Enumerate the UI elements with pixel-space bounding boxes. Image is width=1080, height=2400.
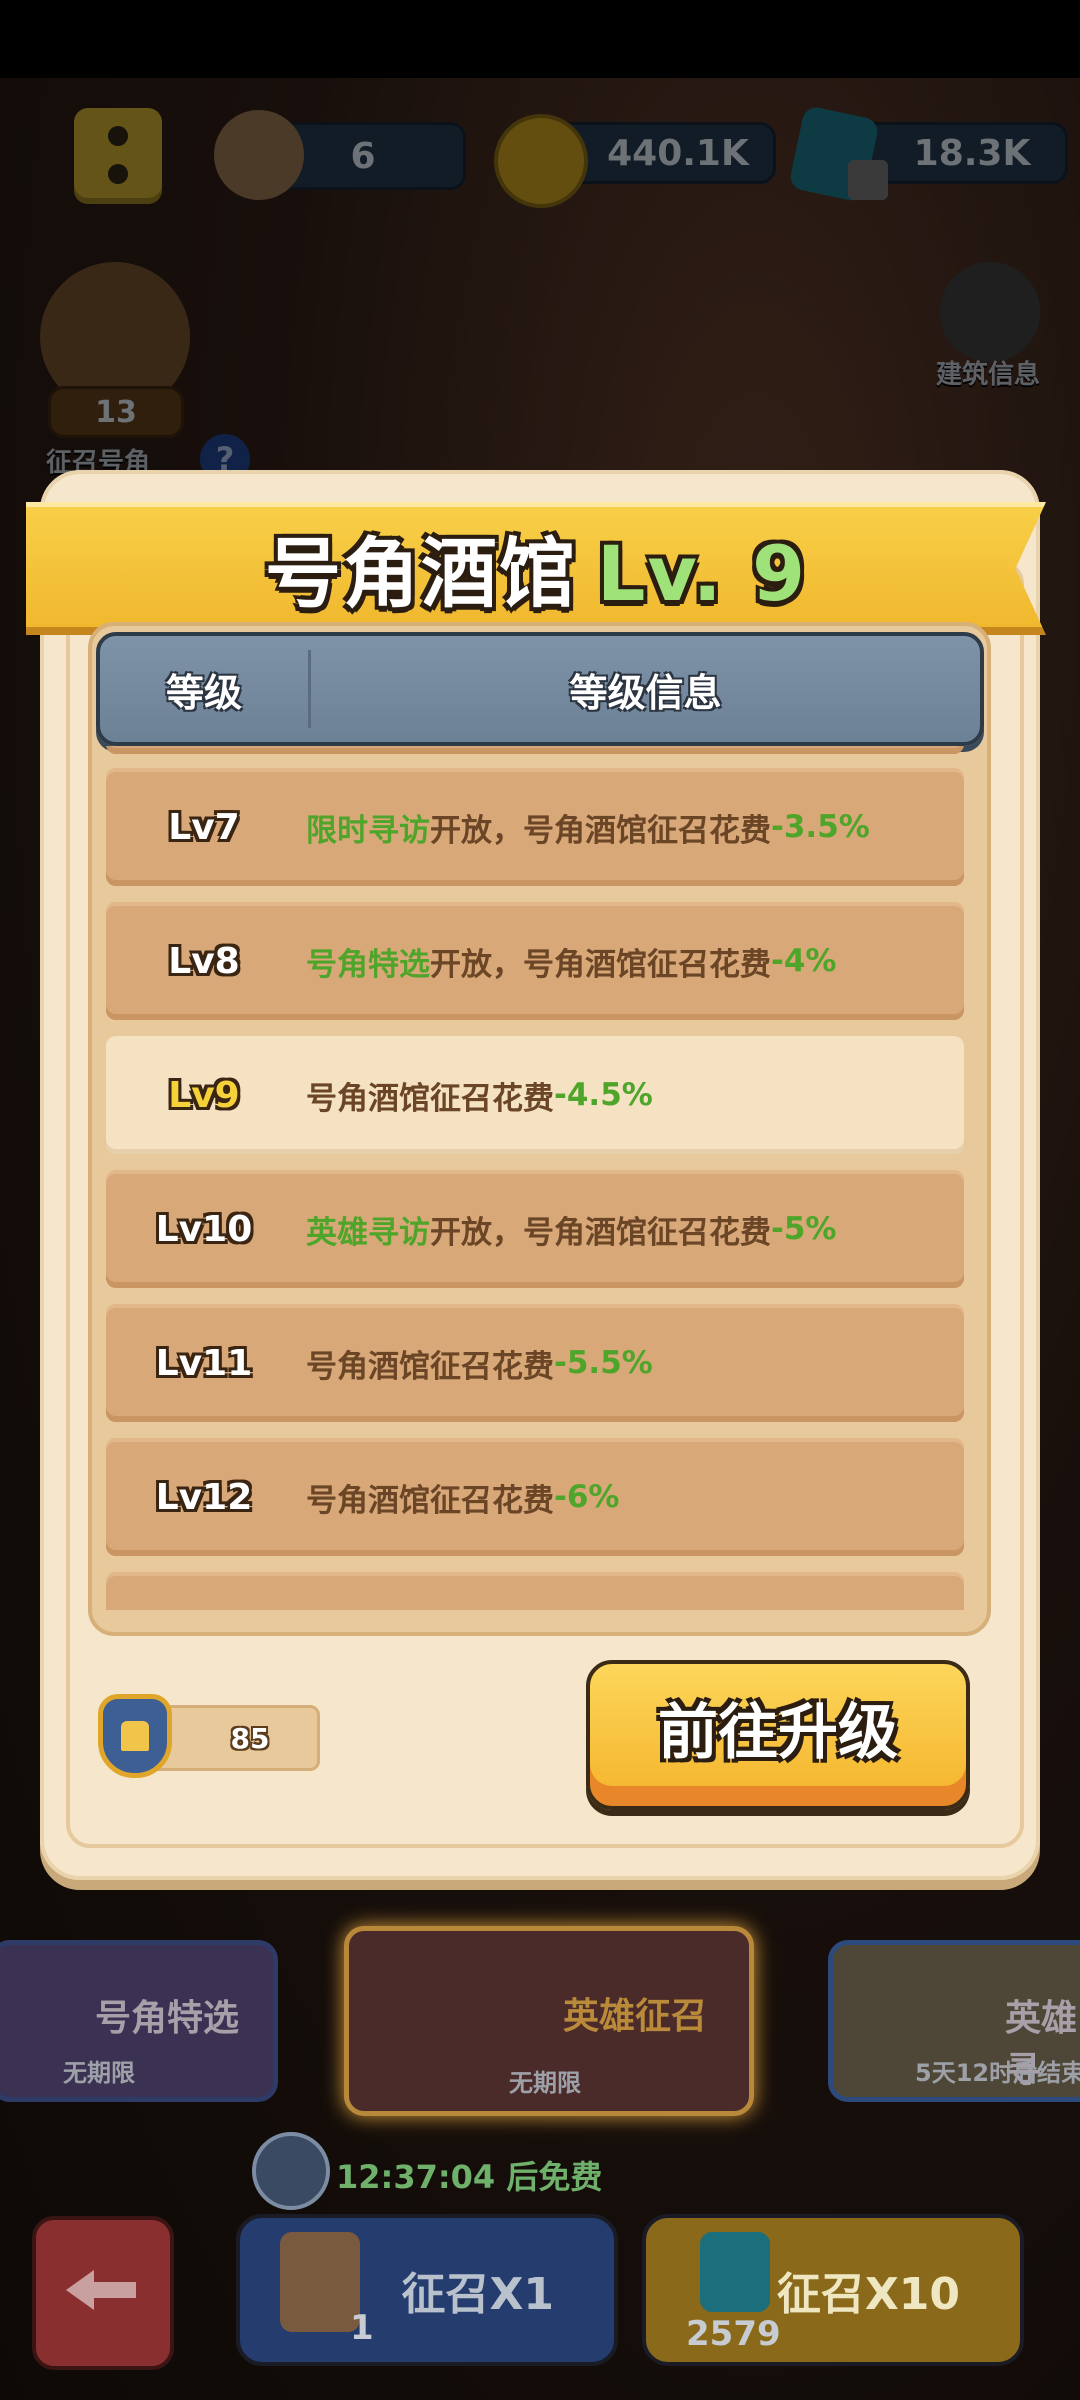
row-info: 号角特选 开放，号角酒馆征召花费 -4% [306, 943, 837, 983]
row-level: Lv10 [155, 1208, 253, 1250]
table-row: Lv8 号角特选 开放，号角酒馆征召花费 -4% [106, 902, 964, 1020]
row-level: Lv12 [155, 1476, 253, 1518]
modal-level: Lv. 9 [597, 529, 807, 618]
card-subtitle: 5天12时后结束 [915, 2059, 1080, 2087]
back-button[interactable] [32, 2216, 174, 2370]
table-header: 等级 等级信息 [96, 632, 984, 746]
modal-title: 号角酒馆 Lv. 9 [265, 529, 807, 618]
upgrade-button[interactable]: 前往升级 [586, 1660, 970, 1810]
table-row: Lv11 号角酒馆征召花费 -5.5% [106, 1304, 964, 1422]
clock-icon [252, 2132, 330, 2210]
table-row: Lv10 英雄寻访 开放，号角酒馆征召花费 -5% [106, 1170, 964, 1288]
back-arrow-icon [66, 2270, 136, 2310]
row-info: 限时寻访 开放，号角酒馆征召花费 -3.5% [306, 809, 870, 849]
card-title: 号角特选 [95, 1998, 240, 2039]
row-info: 英雄寻访 开放，号角酒馆征召花费 -5% [306, 1211, 837, 1251]
row-level: Lv9 [168, 1074, 240, 1116]
header-level-info: 等级信息 [569, 670, 722, 715]
level-list[interactable]: Lv7 限时寻访 开放，号角酒馆征召花费 -3.5% Lv8 号角特选 开放，号角酒馆… [104, 746, 968, 1610]
row-info: 号角酒馆征召花费 -5.5% [306, 1345, 653, 1385]
table-row: Lv7 限时寻访 开放，号角酒馆征召花费 -3.5% [106, 768, 964, 886]
table-row [106, 746, 964, 754]
table-row-current: Lv9 号角酒馆征召花费 -4.5% [106, 1036, 964, 1154]
card-subtitle: 无期限 [63, 2059, 135, 2087]
row-level: Lv11 [155, 1342, 253, 1384]
free-timer: 12:37:04 后免费 [336, 2158, 603, 2196]
row-level: Lv7 [168, 806, 240, 848]
summon-x10-cost: 2579 [686, 2314, 781, 2354]
table-row: Lv12 号角酒馆征召花费 -6% [106, 1438, 964, 1556]
modal-title-banner: 号角酒馆 Lv. 9 [26, 502, 1046, 635]
summon-x1-cost: 1 [350, 2308, 374, 2348]
header-level: 等级 [165, 670, 242, 715]
summon-x10-button[interactable]: 征召X10 2579 [642, 2214, 1024, 2366]
scroll-icon [280, 2232, 360, 2332]
tavern-token-icon [98, 1694, 172, 1778]
card-subtitle: 无期限 [509, 2069, 581, 2097]
card-hero-visit[interactable]: 英雄寻 5天12时后结束 [828, 1940, 1080, 2102]
gem-icon [700, 2232, 770, 2312]
card-hero-summon[interactable]: 英雄征召 无期限 [344, 1926, 754, 2116]
row-info: 号角酒馆征召花费 -4.5% [306, 1077, 653, 1117]
summon-x1-button[interactable]: 征召X1 1 [236, 2214, 618, 2366]
card-horn-select[interactable]: 号角特选 无期限 [0, 1940, 278, 2102]
row-level: Lv8 [168, 940, 240, 982]
row-info: 号角酒馆征召花费 -6% [306, 1479, 620, 1519]
card-title: 英雄征召 [563, 1996, 708, 2037]
table-row [106, 1572, 964, 1610]
